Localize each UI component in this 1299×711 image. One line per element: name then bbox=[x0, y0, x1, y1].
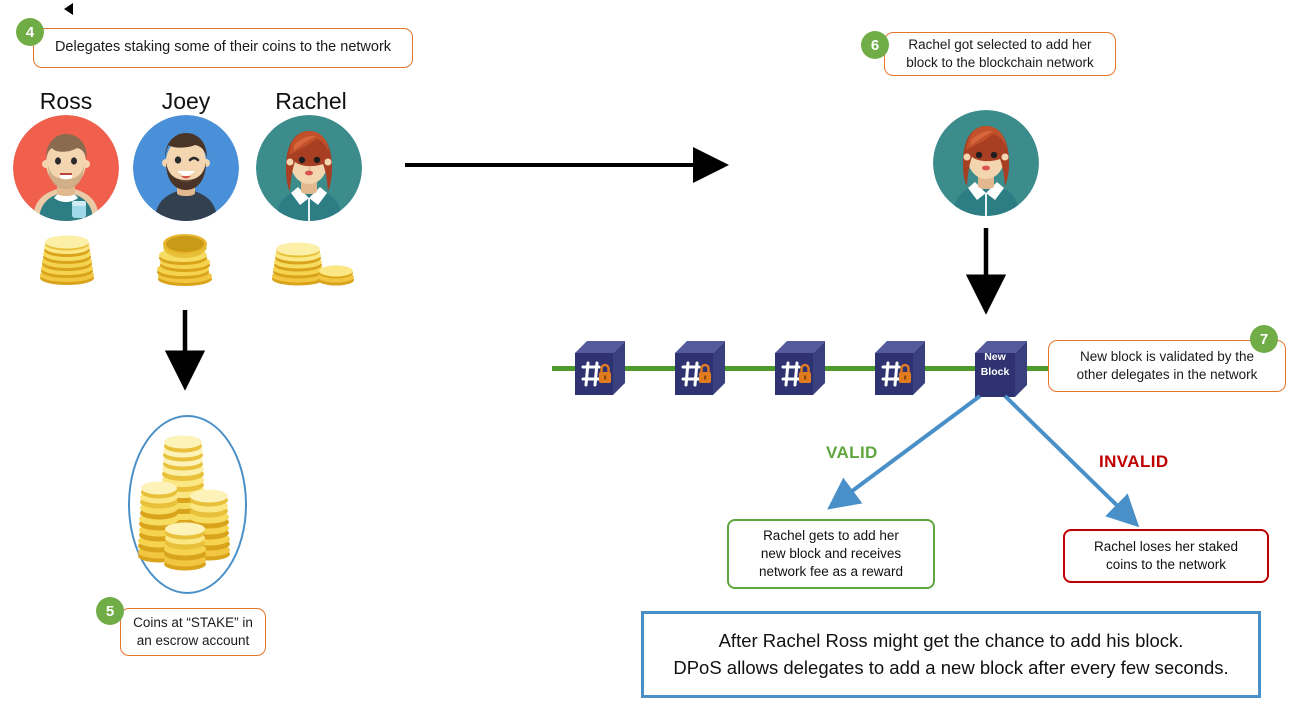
callout-step-7: New block is validated by the other dele… bbox=[1048, 340, 1286, 392]
new-block-label: New Block bbox=[975, 350, 1015, 380]
callout-step-5-line2: an escrow account bbox=[136, 633, 250, 648]
callout-step-7-line2: other delegates in the network bbox=[1076, 367, 1258, 382]
coin-stack-icon bbox=[157, 234, 212, 286]
outcome-box-invalid: Rachel loses her staked coins to the net… bbox=[1063, 529, 1269, 583]
outcome-box-valid: Rachel gets to add her new block and rec… bbox=[727, 519, 935, 589]
coin-stack-joey bbox=[152, 232, 218, 291]
step-badge-7-number: 7 bbox=[1259, 330, 1269, 348]
new-block-label-line2: Block bbox=[980, 366, 1010, 379]
coin-pile-stake bbox=[135, 432, 237, 579]
block-cube-icon bbox=[575, 341, 625, 395]
outcome-valid-line3: network fee as a reward bbox=[758, 564, 904, 580]
coin-pile-icon bbox=[138, 435, 230, 571]
step-badge-7: 7 bbox=[1250, 325, 1278, 353]
callout-step-5-line1: Coins at “STAKE” in bbox=[133, 615, 253, 631]
callout-step-6-line2: block to the blockchain network bbox=[906, 55, 1094, 70]
avatar-joey-graphic bbox=[133, 115, 239, 221]
delegate-name-ross: Ross bbox=[39, 88, 93, 114]
summary-text: After Rachel Ross might get the chance t… bbox=[673, 628, 1228, 682]
label-valid: VALID bbox=[826, 443, 878, 462]
callout-step-6-text: Rachel got selected to add her block to … bbox=[906, 36, 1094, 72]
new-block-label-line1: New bbox=[984, 351, 1006, 363]
callout-step-4: Delegates staking some of their coins to… bbox=[33, 28, 413, 68]
callout-step-5-text: Coins at “STAKE” in an escrow account bbox=[133, 614, 253, 650]
summary-box: After Rachel Ross might get the chance t… bbox=[641, 611, 1261, 698]
delegate-name-joey: Joey bbox=[161, 88, 211, 114]
step-badge-5-number: 5 bbox=[105, 602, 115, 620]
coin-stack-ross bbox=[35, 233, 99, 290]
callout-step-7-text: New block is validated by the other dele… bbox=[1077, 348, 1258, 384]
callout-step-5: Coins at “STAKE” in an escrow account bbox=[120, 608, 266, 656]
outcome-invalid-line2: coins to the network bbox=[1105, 557, 1227, 572]
avatar-rachel-graphic bbox=[256, 115, 362, 221]
coin-stack-icon bbox=[40, 235, 94, 285]
block-2 bbox=[671, 337, 733, 404]
left-triangle-marker bbox=[64, 3, 73, 15]
outcome-valid-line2: new block and receives bbox=[760, 545, 902, 561]
step-badge-6-number: 6 bbox=[870, 36, 880, 54]
avatar-rachel-left bbox=[256, 115, 362, 221]
outcome-invalid-text: Rachel loses her staked coins to the net… bbox=[1094, 538, 1238, 574]
callout-step-6-line1: Rachel got selected to add her bbox=[908, 37, 1092, 53]
summary-line1: After Rachel Ross might get the chance t… bbox=[718, 629, 1184, 651]
label-invalid: INVALID bbox=[1099, 452, 1169, 471]
callout-step-6: Rachel got selected to add her block to … bbox=[884, 32, 1116, 76]
avatar-ross bbox=[13, 115, 119, 221]
arrow-delegates-to-stake bbox=[164, 310, 206, 391]
delegate-name-rachel: Rachel bbox=[275, 88, 347, 114]
avatar-ross-graphic bbox=[13, 115, 119, 221]
outcome-invalid-line1: Rachel loses her staked bbox=[1093, 538, 1239, 554]
arrow-delegates-to-selected bbox=[405, 147, 729, 183]
step-badge-4: 4 bbox=[16, 18, 44, 46]
block-cube-icon bbox=[675, 341, 725, 395]
step-badge-6: 6 bbox=[861, 31, 889, 59]
coin-stack-icon bbox=[272, 242, 354, 286]
step-badge-4-number: 4 bbox=[25, 23, 35, 41]
block-1 bbox=[571, 337, 633, 404]
outcome-valid-line1: Rachel gets to add her bbox=[763, 527, 899, 543]
outcome-valid-text: Rachel gets to add her new block and rec… bbox=[759, 527, 903, 581]
summary-line2: DPoS allows delegates to add a new block… bbox=[673, 656, 1229, 678]
callout-step-7-line1: New block is validated by the bbox=[1079, 349, 1255, 365]
callout-step-4-text: Delegates staking some of their coins to… bbox=[54, 39, 392, 56]
coin-stack-rachel bbox=[266, 238, 356, 291]
avatar-rachel-selected bbox=[933, 110, 1039, 216]
arrow-selected-to-chain bbox=[965, 228, 1007, 315]
avatar-rachel-selected-graphic bbox=[933, 110, 1039, 216]
avatar-joey bbox=[133, 115, 239, 221]
step-badge-5: 5 bbox=[96, 597, 124, 625]
